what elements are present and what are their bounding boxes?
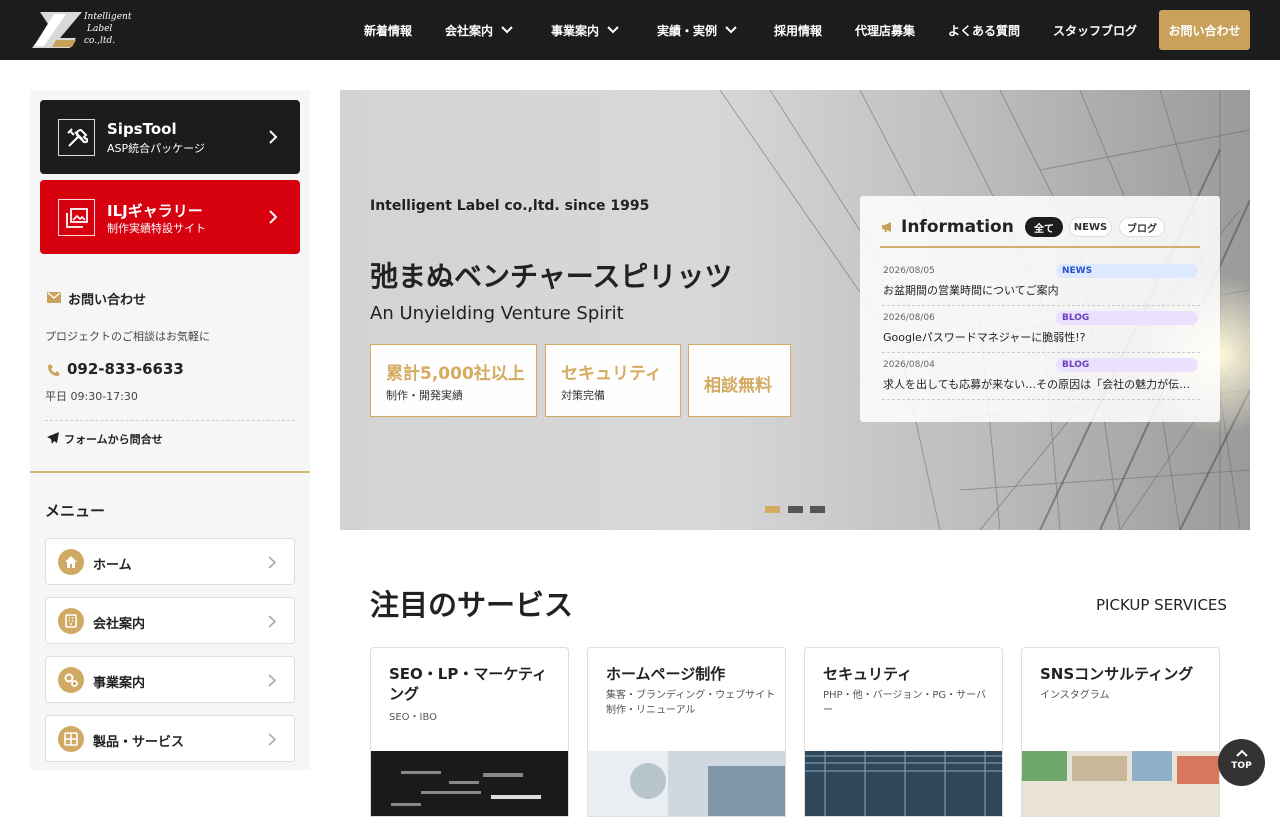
chevron-up-icon [1235, 749, 1248, 757]
information-title: Information [901, 217, 1014, 237]
service-card-sns[interactable]: SNSコンサルティング インスタグラム [1021, 647, 1220, 817]
information-panel: Information 全て NEWS ブログ 2026/08/05 NEWS … [860, 196, 1220, 422]
menu-heading: メニュー [45, 502, 106, 520]
blog-tag: BLOG [1056, 311, 1198, 325]
menu-item-company[interactable]: 会社案内 [45, 597, 295, 644]
grid-icon [58, 726, 84, 752]
phone-icon [48, 364, 60, 376]
gallery-icon [58, 199, 95, 236]
blog-tag: BLOG [1056, 358, 1198, 372]
back-to-top-button[interactable]: TOP [1218, 739, 1265, 786]
sidebar: SipsTool ASP統合パッケージ ILJギャラリー 制作実績特設サイト お… [30, 90, 310, 770]
sipstool-subtitle: ASP統合パッケージ [107, 142, 205, 155]
service-card-seo[interactable]: SEO・LP・マーケティング SEO・IBO [370, 647, 569, 817]
chevron-right-icon [268, 615, 276, 628]
nav-recruit[interactable]: 採用情報 [774, 0, 822, 60]
divider [45, 420, 295, 421]
server-image [805, 751, 1002, 816]
nav-works[interactable]: 実績・実例 [657, 0, 737, 60]
contact-heading: お問い合わせ [68, 293, 147, 308]
nav-faq[interactable]: よくある質問 [948, 0, 1020, 60]
contact-lead: プロジェクトのご相談はお気軽に [45, 330, 210, 343]
chevron-right-icon [269, 130, 278, 144]
menu-item-products[interactable]: 製品・サービス [45, 715, 295, 762]
contact-box: お問い合わせ プロジェクトのご相談はお気軽に 092-833-6633 平日 0… [30, 265, 310, 473]
slider-dot-3[interactable] [810, 506, 825, 513]
contact-phone[interactable]: 092-833-6633 [67, 360, 184, 378]
gallery-banner[interactable]: ILJギャラリー 制作実績特設サイト [40, 180, 300, 254]
menu-item-home[interactable]: ホーム [45, 538, 295, 585]
home-icon [58, 549, 84, 575]
slider-dot-2[interactable] [788, 506, 803, 513]
chevron-right-icon [269, 210, 278, 224]
filter-blog[interactable]: ブログ [1119, 217, 1165, 237]
sipstool-banner[interactable]: SipsTool ASP統合パッケージ [40, 100, 300, 174]
chevron-down-icon [725, 26, 737, 34]
nav-business[interactable]: 事業案内 [551, 0, 619, 60]
sipstool-title: SipsTool [107, 120, 177, 138]
nav-agency[interactable]: 代理店募集 [855, 0, 915, 60]
logo-wordmark: Intelligent Label co.,ltd. [84, 12, 132, 46]
sns-image [1022, 751, 1219, 816]
hero-title: 弛まぬベンチャースピリッツ [370, 260, 733, 293]
menu-item-business[interactable]: 事業案内 [45, 656, 295, 703]
nav-staff-blog[interactable]: スタッフブログ [1053, 0, 1137, 60]
contact-form-link[interactable]: フォームから問合せ [64, 431, 163, 447]
megaphone-icon [882, 222, 891, 232]
hero-since: Intelligent Label co.,ltd. since 1995 [370, 198, 650, 214]
chevron-right-icon [268, 556, 276, 569]
contact-hours: 平日 09:30-17:30 [45, 390, 138, 403]
building-icon [58, 608, 84, 634]
chevron-down-icon [607, 26, 619, 34]
gears-icon [58, 667, 84, 693]
services-title: 注目のサービス [370, 588, 574, 622]
filter-all[interactable]: 全て [1025, 217, 1063, 237]
chevron-right-icon [268, 674, 276, 687]
send-icon [47, 432, 59, 444]
chevron-right-icon [268, 733, 276, 746]
chevron-down-icon [501, 26, 513, 34]
feature-box-security: セキュリティ 対策完備 [545, 344, 681, 417]
tools-icon [58, 119, 95, 156]
filter-news[interactable]: NEWS [1069, 217, 1112, 237]
news-item[interactable]: 2026/08/05 NEWS お盆期間の営業時間についてご案内 [882, 259, 1200, 306]
web-image [588, 751, 785, 816]
services-title-en: PICKUP SERVICES [1096, 596, 1227, 614]
contact-button[interactable]: お問い合わせ [1159, 10, 1250, 50]
hero-subtitle: An Unyielding Venture Spirit [370, 303, 624, 324]
seo-image [371, 751, 568, 816]
news-tag: NEWS [1056, 264, 1198, 278]
service-card-security[interactable]: セキュリティ PHP・他・バージョン・PG・サーバー [804, 647, 1003, 817]
feature-box-free-consult: 相談無料 [688, 344, 791, 417]
slider-dot-1[interactable] [765, 506, 780, 513]
mail-icon [47, 292, 61, 303]
news-item[interactable]: 2026/08/04 BLOG 求人を出しても応募が来ない…その原因は「会社の魅… [882, 353, 1200, 400]
nav-news[interactable]: 新着情報 [364, 0, 412, 60]
gallery-title: ILJギャラリー [107, 202, 203, 220]
news-item[interactable]: 2026/08/06 BLOG Googleパスワードマネジャーに脆弱性!? [882, 306, 1200, 353]
gallery-subtitle: 制作実績特設サイト [107, 222, 206, 235]
information-divider [880, 246, 1200, 248]
service-card-web[interactable]: ホームページ制作 集客・ブランディング・ウェブサイト制作・リニューアル [587, 647, 786, 817]
hero-slider: Intelligent Label co.,ltd. since 1995 弛ま… [340, 90, 1250, 530]
site-header: Intelligent Label co.,ltd. 新着情報 会社案内 事業案… [0, 0, 1280, 60]
nav-company[interactable]: 会社案内 [445, 0, 513, 60]
feature-box-clients: 累計5,000社以上 制作・開発実績 [370, 344, 537, 417]
